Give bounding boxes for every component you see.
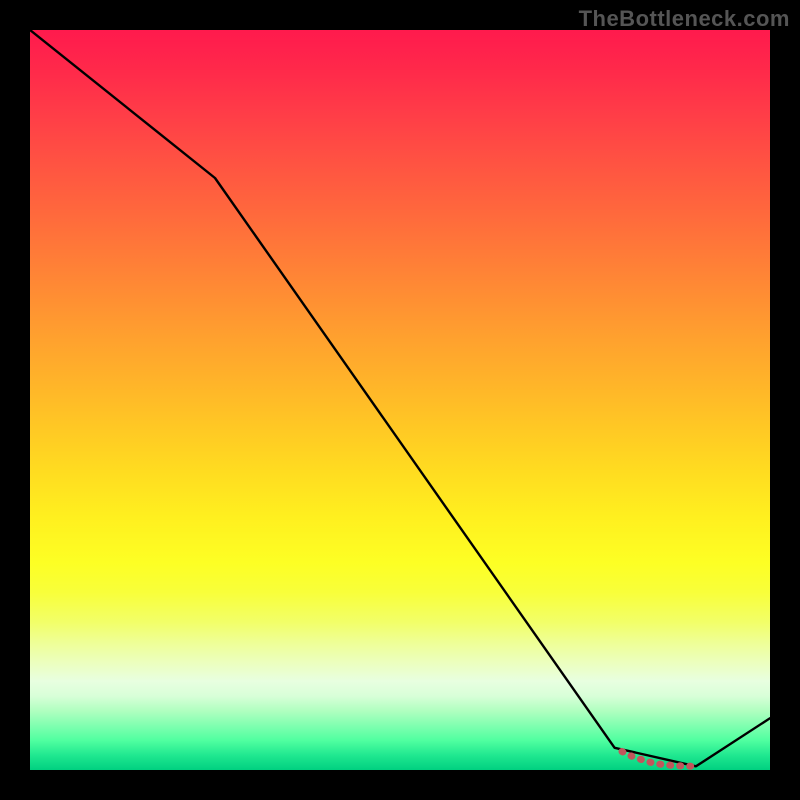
chart-plot-area <box>30 30 770 770</box>
chart-container: TheBottleneck.com <box>0 0 800 800</box>
watermark-label: TheBottleneck.com <box>579 6 790 32</box>
